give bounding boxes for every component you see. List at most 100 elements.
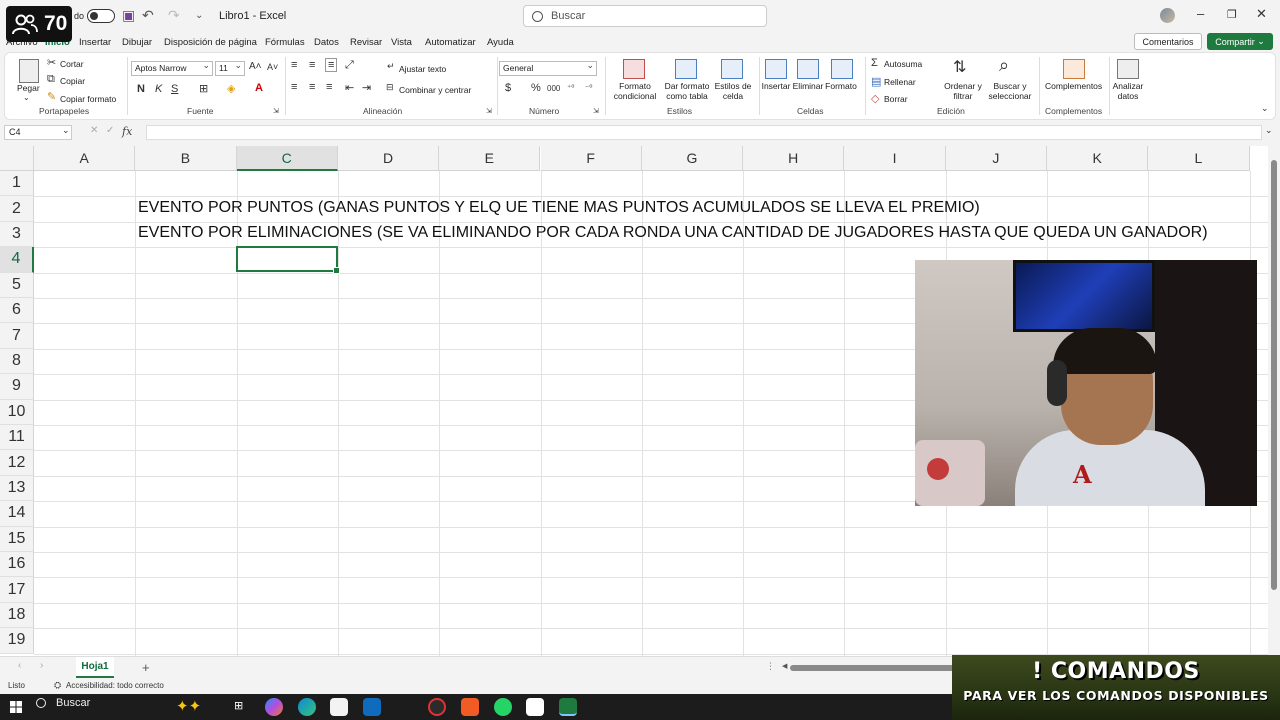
autosum-button[interactable]: Autosuma <box>884 59 922 69</box>
fill-icon[interactable]: ▤ <box>871 75 881 88</box>
autosave-toggle[interactable] <box>87 9 115 23</box>
edge-browser-icon[interactable] <box>298 698 316 716</box>
row-header-16[interactable]: 16 <box>0 552 34 578</box>
column-header-f[interactable]: F <box>540 146 642 171</box>
sheet-tab-hoja1[interactable]: Hoja1 <box>76 657 114 678</box>
row-header-14[interactable]: 14 <box>0 501 34 527</box>
row-header-15[interactable]: 15 <box>0 526 34 552</box>
search-box[interactable]: Buscar <box>523 5 767 27</box>
wrap-text-button[interactable]: Ajustar texto <box>399 64 446 74</box>
task-view-icon[interactable]: ⊞ <box>234 699 243 712</box>
ribbon-collapse-icon[interactable]: ⌄ <box>1261 103 1269 114</box>
merge-center-icon[interactable]: ⊟ <box>386 82 394 93</box>
currency-icon[interactable]: $ <box>505 82 511 94</box>
select-all-corner[interactable] <box>0 146 34 171</box>
copy-button[interactable]: Copiar <box>60 76 85 86</box>
cell-b2[interactable]: EVENTO POR PUNTOS (GANAS PUNTOS Y ELQ UE… <box>138 199 980 217</box>
percent-icon[interactable]: % <box>531 82 541 94</box>
column-header-e[interactable]: E <box>439 146 541 171</box>
format-cells-icon[interactable] <box>831 59 853 79</box>
customize-qat-icon[interactable]: ⌄ <box>195 10 203 21</box>
accessibility-icon[interactable]: ⛭ <box>54 680 61 691</box>
vertical-scrollbar[interactable] <box>1268 146 1280 656</box>
number-format-combo[interactable]: General <box>499 59 597 76</box>
tab-view[interactable]: Vista <box>391 37 412 48</box>
autosum-icon[interactable]: Σ <box>871 57 878 69</box>
tab-data[interactable]: Datos <box>314 37 339 48</box>
cancel-entry-icon[interactable]: ✕ <box>90 125 98 136</box>
close-icon[interactable]: ✕ <box>1256 6 1267 22</box>
obs-app-icon[interactable] <box>428 698 446 716</box>
conditional-format-icon[interactable] <box>623 59 645 79</box>
format-painter-icon[interactable]: ✎ <box>47 90 56 103</box>
bold-button[interactable]: N <box>137 83 145 95</box>
addins-icon[interactable] <box>1063 59 1085 79</box>
row-header-5[interactable]: 5 <box>0 272 34 298</box>
alignment-dialog-launcher-icon[interactable]: ⇲ <box>486 107 492 115</box>
format-as-table-icon[interactable] <box>675 59 697 79</box>
column-header-c[interactable]: C <box>236 146 338 171</box>
minimize-icon[interactable]: – <box>1197 6 1204 21</box>
font-dialog-launcher-icon[interactable]: ⇲ <box>273 107 279 115</box>
row-header-11[interactable]: 11 <box>0 425 34 451</box>
font-name-combo[interactable]: Aptos Narrow <box>131 59 213 76</box>
column-header-b[interactable]: B <box>135 146 237 171</box>
clear-button[interactable]: Borrar <box>884 94 908 104</box>
column-header-i[interactable]: I <box>844 146 946 171</box>
insert-function-icon[interactable]: fx <box>122 125 132 138</box>
row-header-1[interactable]: 1 <box>0 171 34 197</box>
row-header-19[interactable]: 19 <box>0 628 34 654</box>
align-left-icon[interactable]: ≡ <box>291 81 297 93</box>
row-header-7[interactable]: 7 <box>0 323 34 349</box>
tab-page-layout[interactable]: Disposición de página <box>164 37 257 48</box>
align-middle-icon[interactable]: ≡ <box>309 59 315 71</box>
row-header-3[interactable]: 3 <box>0 221 34 248</box>
row-header-10[interactable]: 10 <box>0 399 34 425</box>
next-sheet-icon[interactable]: › <box>40 660 43 671</box>
format-painter-button[interactable]: Copiar formato <box>60 94 116 104</box>
tab-review[interactable]: Revisar <box>350 37 382 48</box>
number-dialog-launcher-icon[interactable]: ⇲ <box>593 107 599 115</box>
increase-indent-icon[interactable]: ⇥ <box>362 81 371 94</box>
account-avatar[interactable] <box>1160 8 1175 23</box>
horizontal-scroll-thumb[interactable] <box>790 665 955 671</box>
align-right-icon[interactable]: ≡ <box>326 81 332 93</box>
tab-draw[interactable]: Dibujar <box>122 37 152 48</box>
cut-button[interactable]: Cortar <box>60 59 84 69</box>
copilot-app-icon[interactable] <box>265 698 283 716</box>
row-header-4[interactable]: 4 <box>0 247 34 273</box>
thousands-icon[interactable]: 000 <box>547 84 560 93</box>
copilot-sparkle-icon[interactable]: ✦✦ <box>176 697 201 715</box>
comments-button[interactable]: Comentarios <box>1134 33 1202 50</box>
brave-browser-icon[interactable] <box>461 698 479 716</box>
addins-button[interactable]: Complementos <box>1045 81 1102 91</box>
capcut-app-icon[interactable] <box>526 698 544 716</box>
cut-icon[interactable]: ✂ <box>47 56 56 69</box>
column-header-d[interactable]: D <box>337 146 440 171</box>
column-header-a[interactable]: A <box>34 146 136 171</box>
increase-decimal-icon[interactable]: ⁺⁰ <box>567 83 574 92</box>
windows-start-icon[interactable] <box>10 701 22 713</box>
delete-cells-icon[interactable] <box>797 59 819 79</box>
share-button[interactable]: Compartir ⌄ <box>1207 33 1273 50</box>
copy-icon[interactable]: ⧉ <box>47 73 55 86</box>
paste-icon[interactable] <box>19 59 39 83</box>
paste-dropdown-icon[interactable]: ⌄ <box>23 93 30 102</box>
insert-cells-icon[interactable] <box>765 59 787 79</box>
row-header-2[interactable]: 2 <box>0 196 34 222</box>
row-header-17[interactable]: 17 <box>0 577 34 603</box>
accessibility-status[interactable]: Accesibilidad: todo correcto <box>66 681 164 690</box>
decrease-indent-icon[interactable]: ⇤ <box>345 81 354 94</box>
active-cell-c4[interactable] <box>236 246 340 274</box>
cell-styles-button[interactable]: Estilos de celda <box>711 81 755 101</box>
confirm-entry-icon[interactable]: ✓ <box>106 125 114 136</box>
outlook-app-icon[interactable] <box>363 698 381 716</box>
format-cells-button[interactable]: Formato <box>823 81 859 91</box>
decrease-decimal-icon[interactable]: ⁻⁰ <box>585 83 592 92</box>
excel-app-icon[interactable] <box>559 698 577 716</box>
analyze-data-button[interactable]: Analizar datos <box>1109 81 1147 101</box>
sort-filter-button[interactable]: Ordenar y filtrar <box>941 81 985 101</box>
italic-button[interactable]: K <box>155 83 162 95</box>
align-center-icon[interactable]: ≡ <box>309 81 315 93</box>
expand-formula-icon[interactable]: ⌄ <box>1265 125 1273 136</box>
